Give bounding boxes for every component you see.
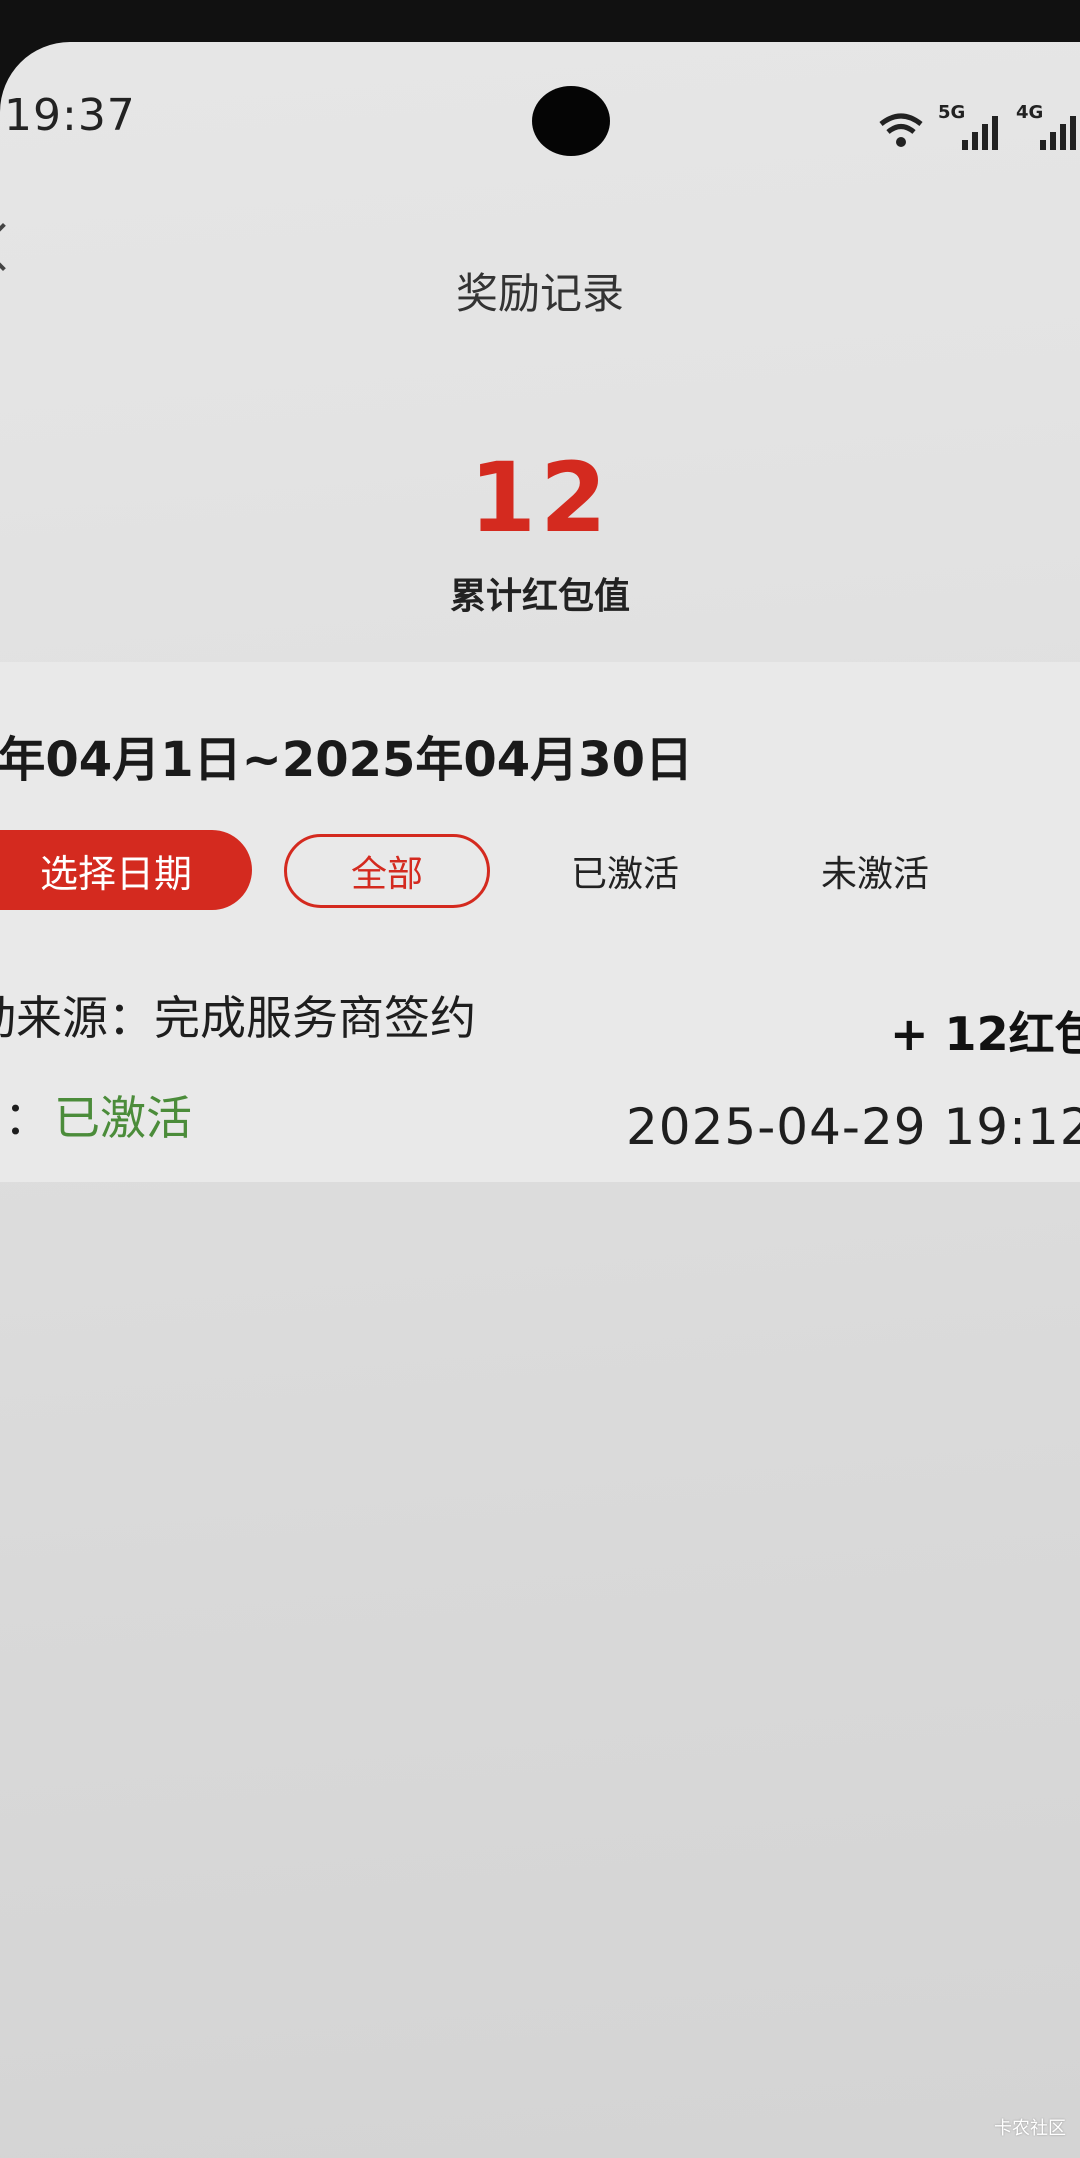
front-camera [532,86,610,156]
select-date-button[interactable]: 选择日期 [0,830,252,910]
page-title: 奖励记录 [455,269,624,318]
total-red-packet-label: 累计红包值 [449,576,630,617]
tab-all[interactable]: 全部 [284,834,490,908]
tab-activated[interactable]: 已激活 [540,834,710,908]
total-red-packet-value: 12 [469,442,611,554]
record-source: 动来源：完成服务商签约 [0,991,476,1045]
nav-bar: 奖励记录 [0,212,1080,318]
record-amount: + 12红包 [890,1007,1080,1061]
tab-not-activated[interactable]: 未激活 [790,834,960,908]
records-card: 5年04月1日~2025年04月30日 选择日期 全部 已激活 未激活 动来源：… [0,662,1080,1182]
watermark: 卡农社区 [994,2118,1066,2139]
date-range: 5年04月1日~2025年04月30日 [0,732,694,788]
signal-4g-label: 4G [1016,102,1044,123]
signal-5g-icon: 5G [938,102,1002,150]
record-time: 2025-04-29 19:12 [626,1098,1080,1156]
filter-bar: 选择日期 全部 已激活 未激活 [0,830,1080,910]
status-time: 19:37 [4,90,136,141]
wifi-icon [878,110,924,150]
signal-5g-label: 5G [938,102,966,123]
status-bar: 19:37 5G 4G [0,42,1080,156]
app-screen: 19:37 5G 4G 奖励记录 12 累计红包值 5年04月1日~2025年0… [0,42,1080,2158]
signal-4g-icon: 4G [1016,102,1080,150]
status-icons: 5G 4G [878,100,1080,150]
record-status-prefix: ： [4,1091,50,1145]
phone-frame: 19:37 5G 4G 奖励记录 12 累计红包值 5年04月1日~2025年0… [0,0,1080,2158]
record-status: 已激活 [54,1091,192,1145]
list-item[interactable]: 动来源：完成服务商签约 + 12红包 ： 已激活 2025-04-29 19:1… [0,962,1080,1162]
